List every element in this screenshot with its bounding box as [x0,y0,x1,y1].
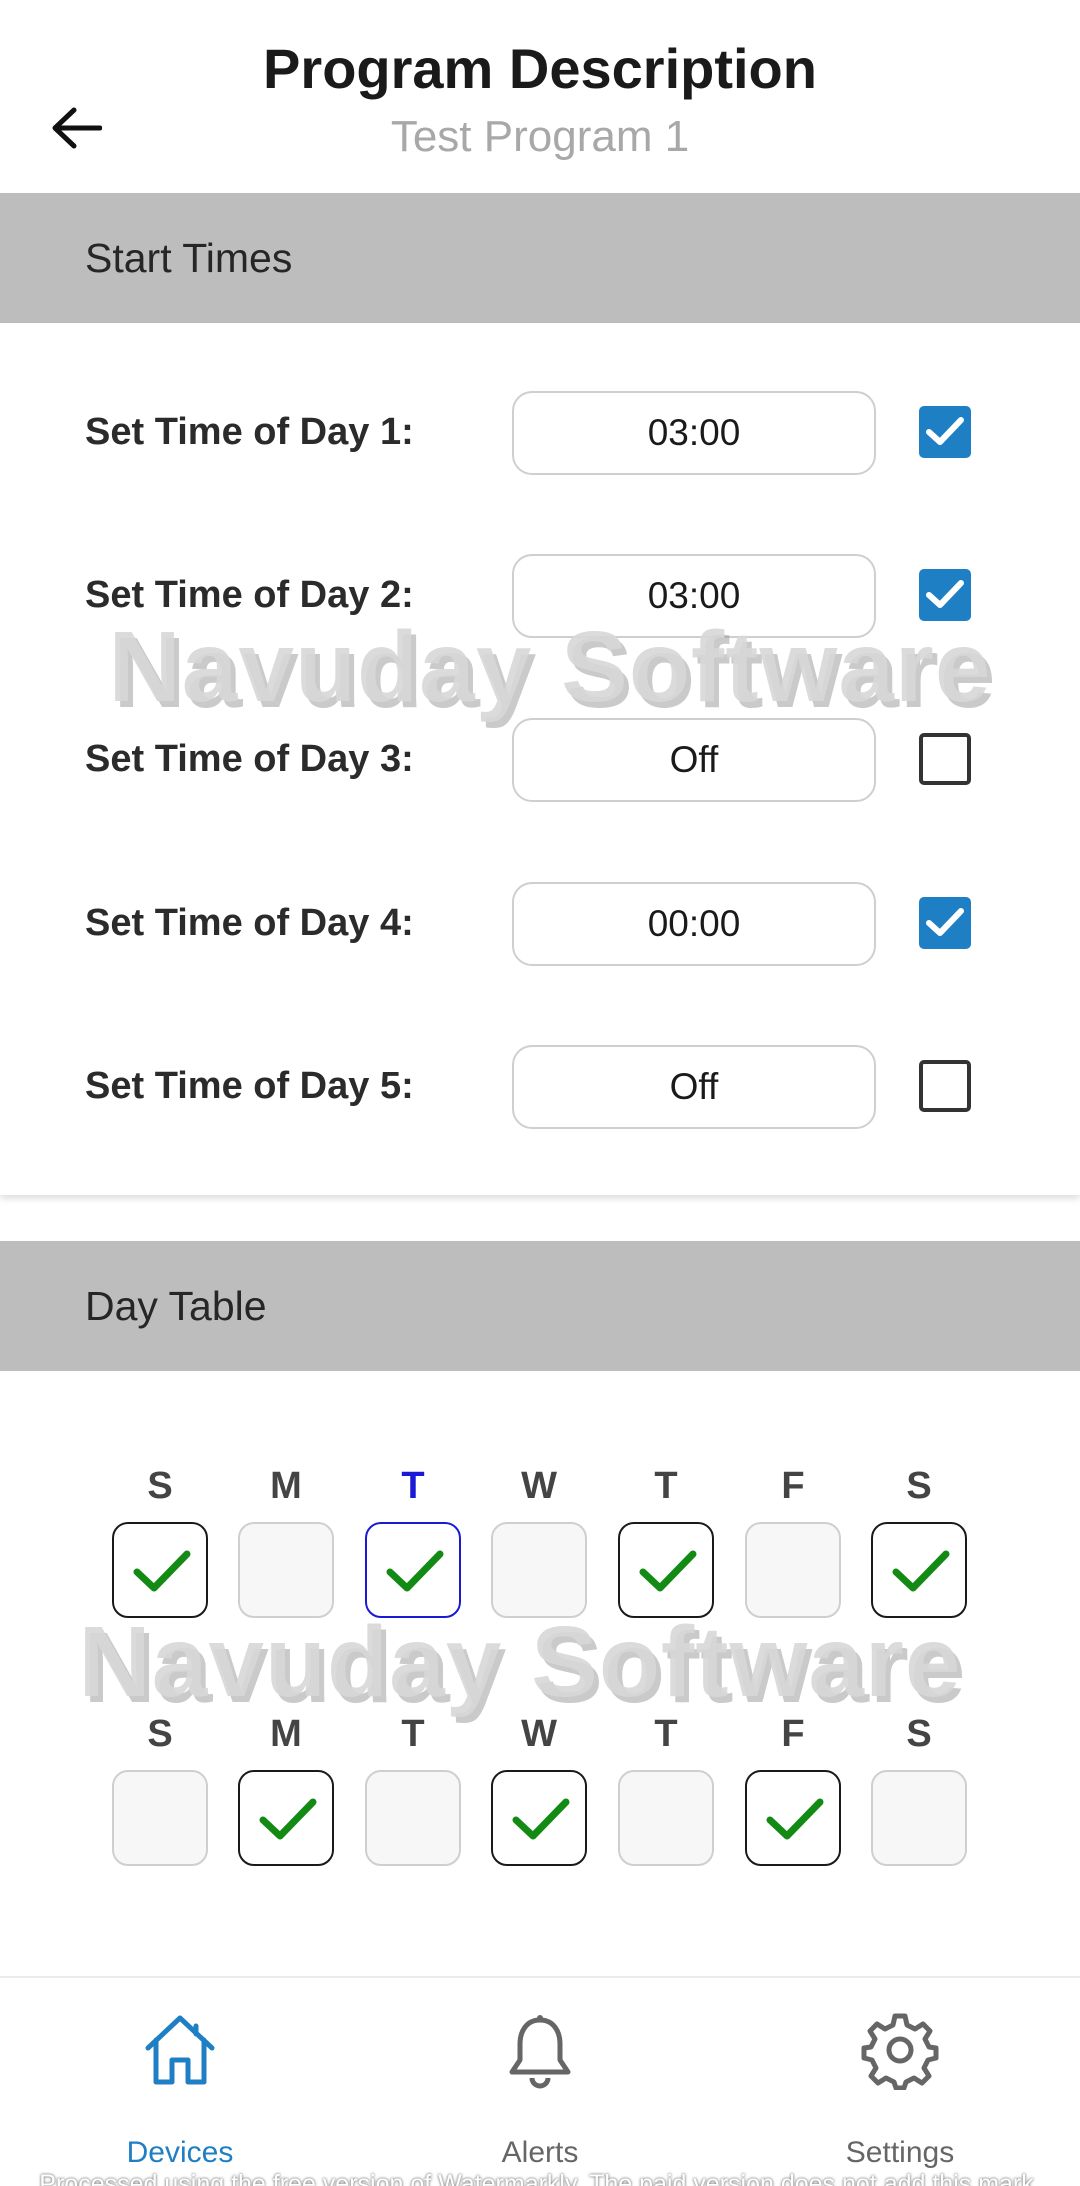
home-icon [145,2015,215,2085]
time-of-day-label: Set Time of Day 5: [85,1065,414,1107]
time-of-day-label: Set Time of Day 4: [85,902,414,944]
section-title: Start Times [85,235,293,281]
time-of-day-row: Set Time of Day 1: 03:00 [0,387,1080,477]
day-letter: F [781,1465,805,1507]
day-letter: M [270,1465,302,1507]
section-title: Day Table [85,1283,267,1329]
day-letter: S [906,1713,932,1755]
day-letter: W [521,1713,557,1755]
nav-devices[interactable]: Devices [30,1978,330,2186]
time-of-day-field[interactable]: Off [512,718,876,802]
time-of-day-label: Set Time of Day 1: [85,411,414,453]
time-enabled-checkbox[interactable] [919,897,971,949]
day-checkbox[interactable] [238,1522,334,1618]
time-of-day-field[interactable]: Off [512,1045,876,1129]
check-icon [133,1550,191,1592]
time-of-day-label: Set Time of Day 2: [85,574,414,616]
time-of-day-field[interactable]: 03:00 [512,391,876,475]
check-icon [259,1798,317,1840]
day-checkbox[interactable] [871,1522,967,1618]
time-of-day-row: Set Time of Day 4: 00:00 [0,878,1080,968]
nav-label: Devices [126,2136,234,2169]
nav-alerts[interactable]: Alerts [390,1978,690,2186]
day-checkbox[interactable] [112,1770,208,1866]
check-icon [892,1550,950,1592]
check-icon [766,1798,824,1840]
day-checkbox[interactable] [618,1522,714,1618]
day-letter: S [906,1465,932,1507]
day-checkbox[interactable] [112,1522,208,1618]
day-checkbox[interactable] [365,1770,461,1866]
time-of-day-row: Set Time of Day 3: Off [0,714,1080,804]
time-enabled-checkbox[interactable] [919,733,971,785]
day-checkbox[interactable] [745,1522,841,1618]
time-of-day-label: Set Time of Day 3: [85,738,414,780]
check-icon [512,1798,570,1840]
day-letter: T [401,1465,425,1507]
check-icon [926,417,964,445]
check-icon [386,1550,444,1592]
bell-icon [509,2015,571,2089]
page-subtitle: Test Program 1 [390,112,690,161]
nav-label: Alerts [501,2136,579,2169]
day-checkbox[interactable] [491,1522,587,1618]
nav-label: Settings [845,2136,955,2169]
day-letter: W [521,1465,557,1507]
day-letter: F [781,1713,805,1755]
day-letter: T [401,1713,425,1755]
day-table-header: Day Table [0,1241,1080,1371]
day-checkbox[interactable] [238,1770,334,1866]
bottom-nav: Devices Alerts Settings [0,1976,1080,2186]
day-letter: S [147,1713,173,1755]
day-letter: S [147,1465,173,1507]
day-letter: M [270,1713,302,1755]
day-checkbox[interactable] [491,1770,587,1866]
check-icon [639,1550,697,1592]
watermark: Navuday Software [78,1606,962,1718]
gear-icon [861,2013,939,2090]
day-checkbox[interactable] [365,1522,461,1618]
time-enabled-checkbox[interactable] [919,569,971,621]
day-letter: T [654,1713,678,1755]
time-of-day-field[interactable]: 03:00 [512,554,876,638]
check-icon [926,580,964,608]
day-checkbox[interactable] [618,1770,714,1866]
day-checkbox[interactable] [745,1770,841,1866]
day-checkbox[interactable] [871,1770,967,1866]
start-times-header: Start Times [0,193,1080,323]
day-letter: T [654,1465,678,1507]
watermark-footer-note: Processed using the free version of Wate… [39,2170,1041,2186]
time-enabled-checkbox[interactable] [919,1060,971,1112]
start-times-card: Set Time of Day 1: 03:00 Set Time of Day 2… [0,323,1080,1195]
time-of-day-row: Set Time of Day 2: 03:00 [0,550,1080,640]
time-enabled-checkbox[interactable] [919,406,971,458]
app-header: Program Description Test Program 1 [0,0,1080,193]
time-of-day-field[interactable]: 00:00 [512,882,876,966]
time-of-day-row: Set Time of Day 5: Off [0,1041,1080,1131]
nav-settings[interactable]: Settings [750,1978,1050,2186]
page-title: Program Description [263,37,817,100]
check-icon [926,908,964,936]
